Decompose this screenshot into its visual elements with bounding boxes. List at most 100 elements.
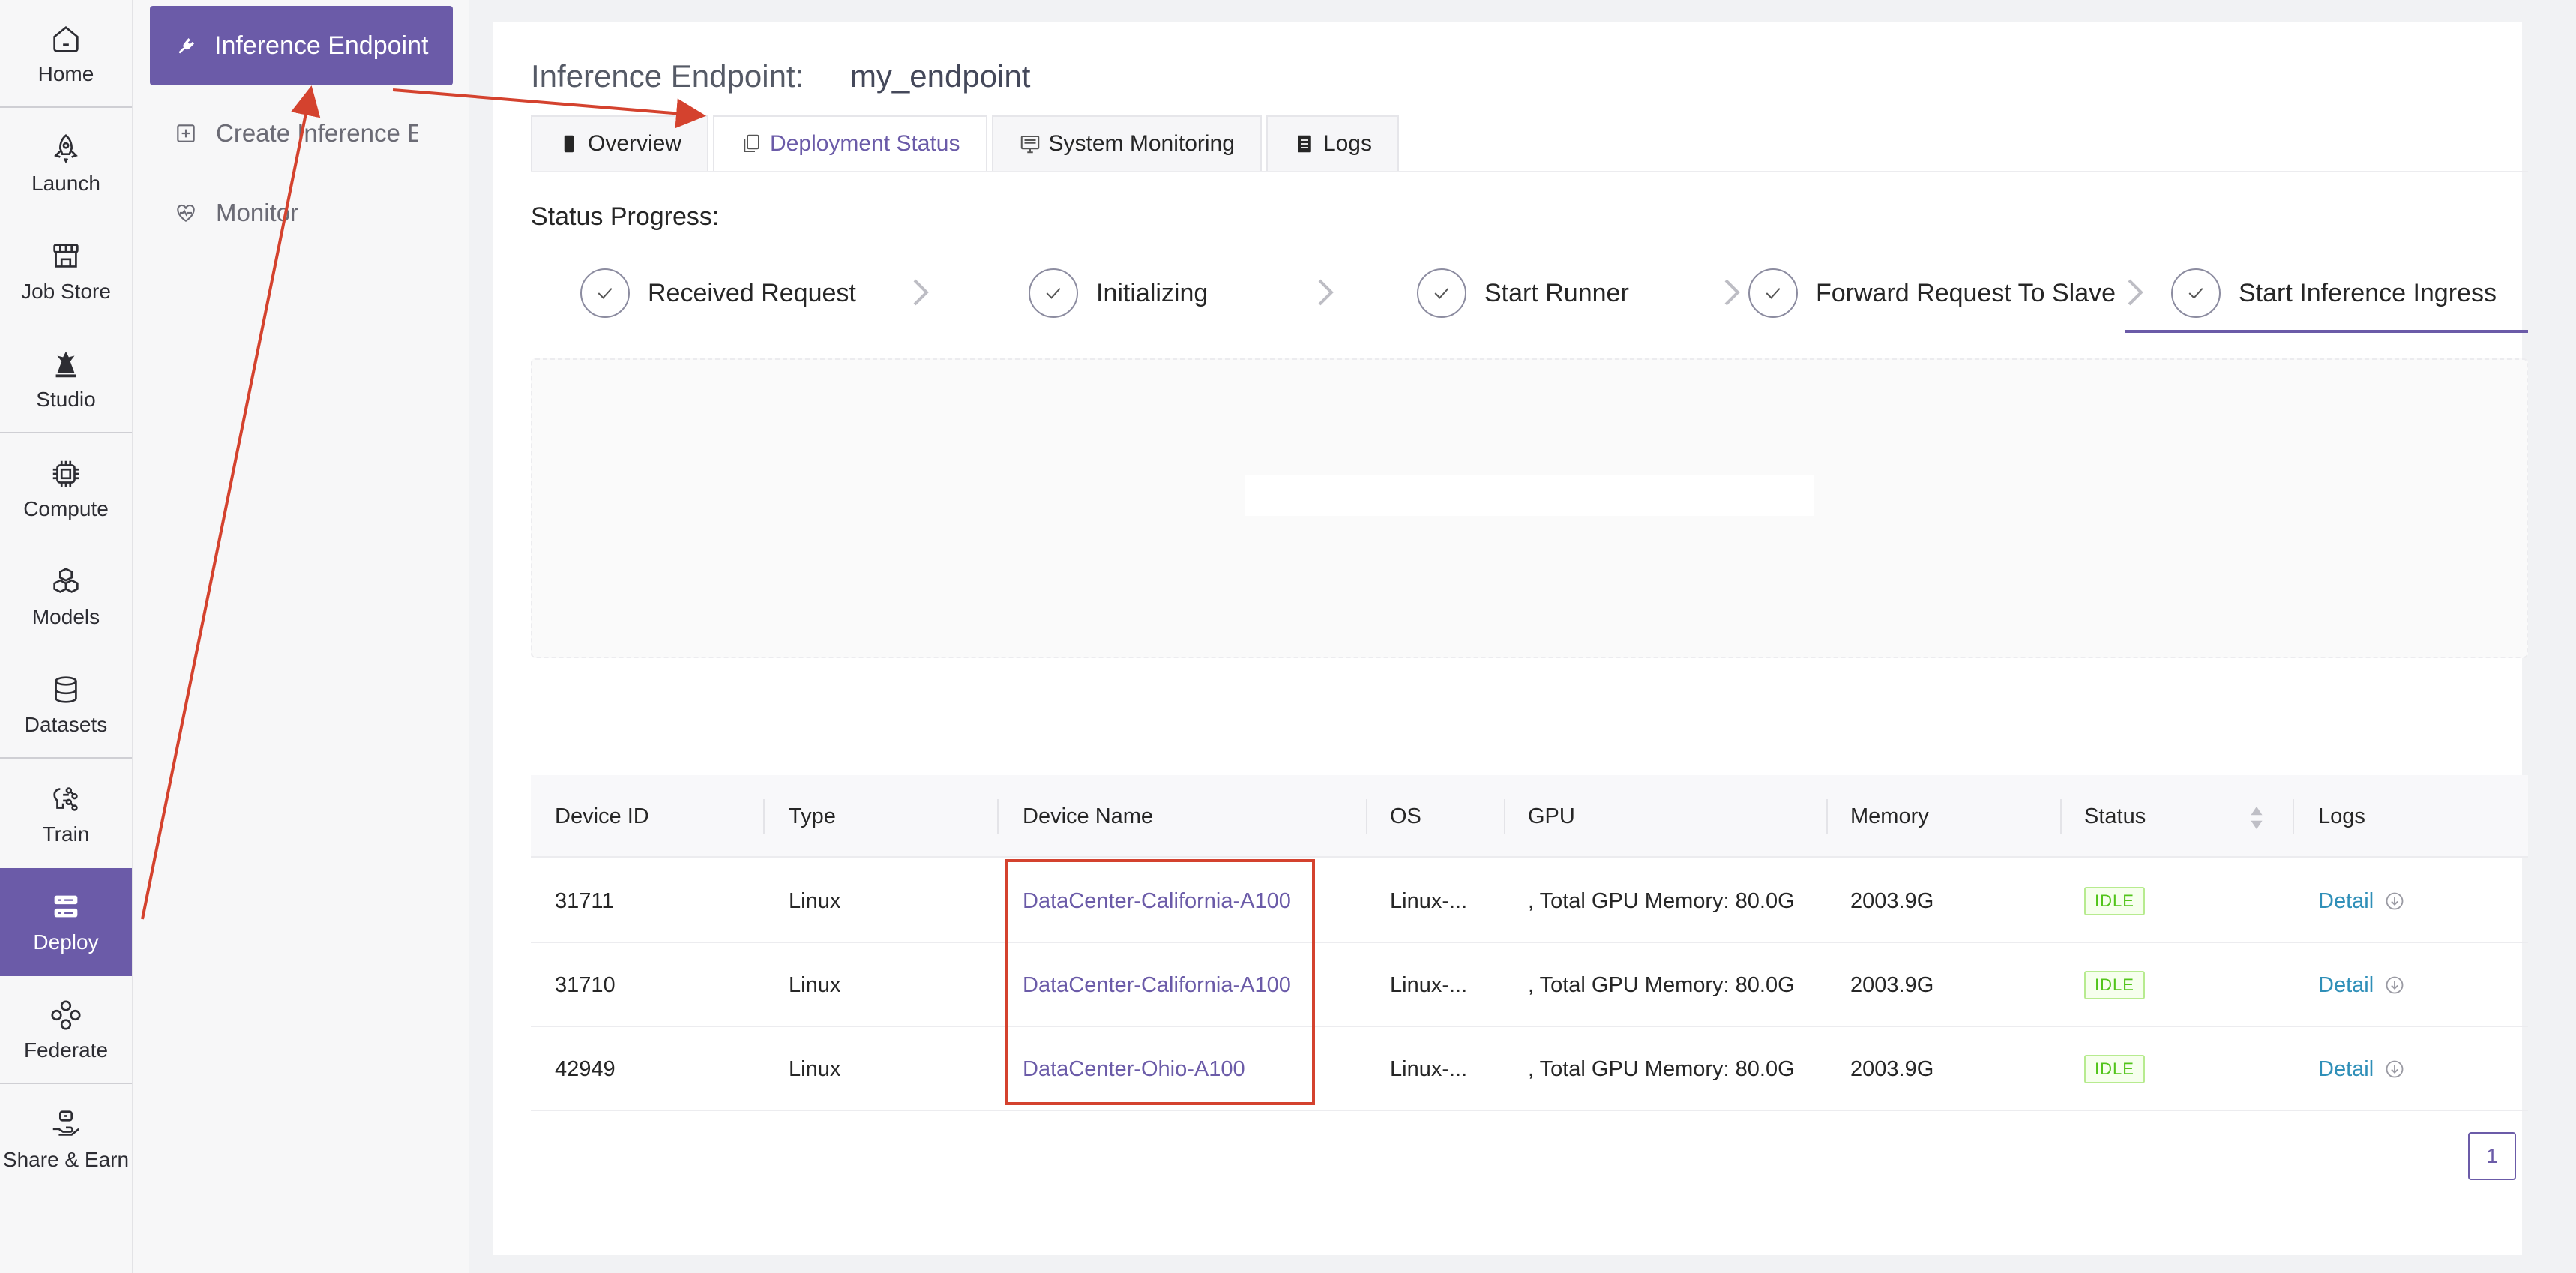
endpoint-name: my_endpoint <box>849 58 1031 94</box>
tab-logs[interactable]: Logs <box>1266 115 1399 172</box>
rail-item-train[interactable]: Train <box>0 760 132 868</box>
rail-item-home[interactable]: Home <box>0 0 132 108</box>
step-received-request: Received Request <box>580 267 856 319</box>
heart-monitor-icon <box>177 204 195 222</box>
rail-label: Federate <box>23 1038 109 1062</box>
page-title: Inference Endpoint: my_endpoint <box>531 58 1030 94</box>
detail-label: Detail <box>2318 972 2374 997</box>
chip-icon <box>52 460 79 487</box>
logs-cell: Detail <box>2318 1027 2405 1111</box>
phone-icon <box>564 135 574 153</box>
rail-label: Share & Earn <box>2 1148 130 1171</box>
subnav-item-create-inference-endpoint[interactable]: Create Inference Endpoint <box>174 111 418 156</box>
device-type: Linux <box>789 1056 841 1081</box>
status-cell: IDLE <box>2084 943 2145 1027</box>
column-header-gpu: GPU <box>1528 804 1575 828</box>
detail-link[interactable]: Detail <box>2318 973 2405 998</box>
column-header-logs: Logs <box>2318 804 2365 828</box>
subnav-item-monitor[interactable]: Monitor <box>174 190 418 235</box>
rail-item-studio[interactable]: Studio <box>0 325 132 433</box>
tab-deployment-status[interactable]: Deployment Status <box>713 115 987 172</box>
copy-icon <box>744 134 760 152</box>
rail-item-datasets[interactable]: Datasets <box>0 651 132 759</box>
chevron-right-icon <box>1724 279 1740 306</box>
store-icon <box>53 244 79 268</box>
device-memory: 2003.9G <box>1850 888 1934 913</box>
status-cell: IDLE <box>2084 859 2145 943</box>
divider <box>2293 799 2294 834</box>
cubes-icon <box>53 568 79 593</box>
device-memory: 2003.9G <box>1850 1056 1934 1081</box>
home-icon <box>53 25 79 52</box>
rail-item-job-store[interactable]: Job Store <box>0 217 132 325</box>
step-label: Received Request <box>648 278 856 307</box>
rail-item-share-earn[interactable]: Share & Earn <box>0 1086 132 1194</box>
check-icon <box>1748 268 1798 318</box>
divider <box>1366 799 1367 834</box>
column-header-device-name: Device Name <box>1023 804 1154 828</box>
check-icon <box>1417 268 1466 318</box>
table-row: 31710 Linux DataCenter-California-A100 L… <box>531 943 2528 1027</box>
subnav-item-inference-endpoint[interactable]: Inference Endpoint <box>150 6 453 85</box>
device-id: 31711 <box>555 888 614 913</box>
divider <box>2060 799 2062 834</box>
logs-cell: Detail <box>2318 943 2405 1027</box>
rail-item-deploy[interactable]: Deploy <box>0 868 132 976</box>
divider <box>763 799 765 834</box>
federate-icon <box>51 1000 81 1030</box>
divider <box>0 757 132 759</box>
rail-label: Launch <box>31 172 100 195</box>
tab-system-monitoring[interactable]: System Monitoring <box>991 115 1262 172</box>
rail-item-launch[interactable]: Launch <box>0 109 132 217</box>
divider <box>0 1083 132 1084</box>
detail-label: Detail <box>2318 888 2374 913</box>
status-detail-placeholder <box>1245 475 1814 516</box>
studio-icon <box>55 351 76 378</box>
status-badge: IDLE <box>2084 1055 2145 1083</box>
step-label: Forward Request To Slave <box>1816 278 2116 307</box>
divider <box>0 432 132 433</box>
rail-item-models[interactable]: Models <box>0 543 132 651</box>
status-cell: IDLE <box>2084 1027 2145 1111</box>
column-header-os: OS <box>1390 804 1421 828</box>
subnav-item-label: Monitor <box>216 199 299 226</box>
tab-label: Logs <box>1322 131 1372 156</box>
tab-overview[interactable]: Overview <box>531 115 709 172</box>
check-icon <box>2171 268 2221 318</box>
step-label: Initializing <box>1096 278 1209 307</box>
tab-label: System Monitoring <box>1048 131 1235 156</box>
detail-link[interactable]: Detail <box>2318 1057 2405 1082</box>
tab-label: Overview <box>588 131 682 156</box>
rail-label: Studio <box>36 388 96 411</box>
table-row: 31711 Linux DataCenter-California-A100 L… <box>531 859 2528 943</box>
device-os: Linux-... <box>1390 888 1468 913</box>
device-type: Linux <box>789 972 841 997</box>
rail-item-compute[interactable]: Compute <box>0 435 132 543</box>
share-earn-icon <box>52 1110 80 1136</box>
logs-cell: Detail <box>2318 859 2405 943</box>
divider <box>0 106 132 108</box>
device-gpu: , Total GPU Memory: 80.0G <box>1528 972 1795 997</box>
divider <box>997 799 999 834</box>
left-rail: Home Launch Job Store Studio Compute Mod… <box>0 0 133 1273</box>
server-icon <box>54 895 78 918</box>
device-os: Linux-... <box>1390 972 1468 997</box>
tab-bar: Overview Deployment Status System Monito… <box>531 115 1403 172</box>
table-header: Device ID Type Device Name OS GPU Memory… <box>531 775 2528 858</box>
detail-link[interactable]: Detail <box>2318 889 2405 914</box>
divider <box>531 171 2528 172</box>
device-id: 42949 <box>555 1056 616 1081</box>
rail-label: Deploy <box>33 930 99 954</box>
monitor-icon <box>1020 136 1039 154</box>
step-forward-request-to-slave: Forward Request To Slave <box>1748 267 2116 319</box>
rail-label: Train <box>42 822 90 846</box>
database-icon <box>55 676 77 703</box>
column-header-status[interactable]: Status <box>2084 775 2146 858</box>
status-progress-label: Status Progress: <box>531 202 720 231</box>
rail-item-federate[interactable]: Federate <box>0 976 132 1084</box>
sort-icon[interactable] <box>2249 805 2264 831</box>
pagination-page-button[interactable]: 1 <box>2468 1132 2516 1180</box>
device-os: Linux-... <box>1390 1056 1468 1081</box>
check-icon <box>580 268 630 318</box>
train-icon <box>53 787 78 811</box>
